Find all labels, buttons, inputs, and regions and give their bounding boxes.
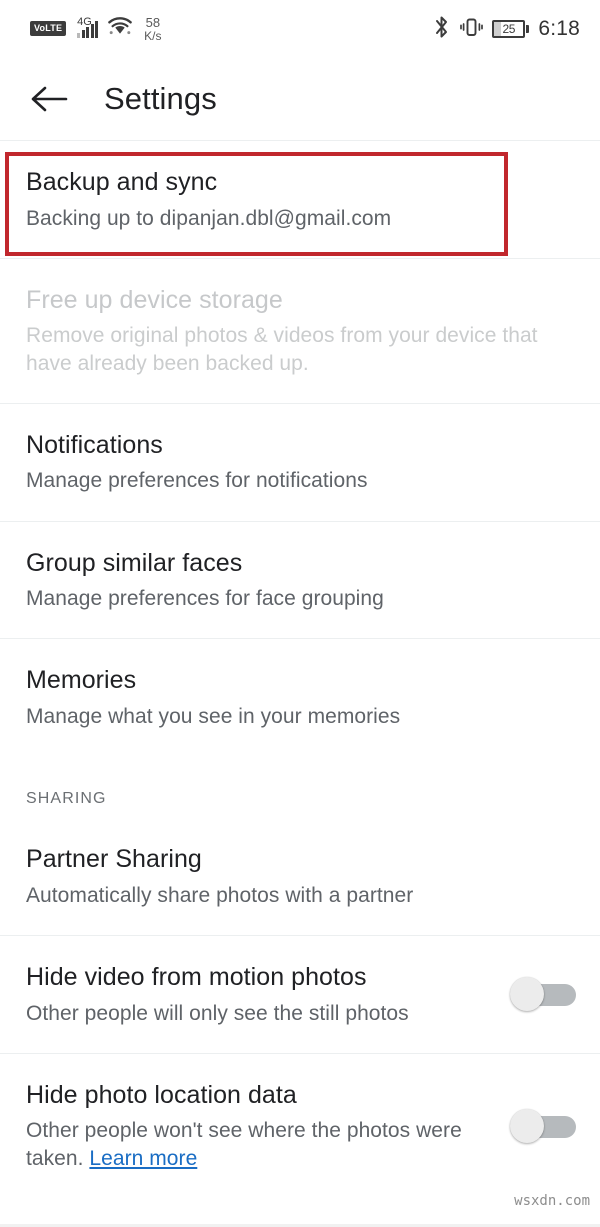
row-title: Hide video from motion photos — [26, 963, 367, 992]
row-texts: Memories Manage what you see in your mem… — [26, 665, 576, 730]
settings-row-free-up-device-storage: Free up device storage Remove original p… — [0, 259, 600, 403]
app-bar: Settings — [0, 58, 600, 140]
battery-tip — [526, 25, 530, 33]
volte-icon: VoLTE — [30, 21, 67, 37]
section-header-sharing: SHARING — [26, 790, 107, 808]
toggle-hide-video-from-motion-photos[interactable] — [510, 977, 576, 1012]
signal-bars-icon: 4G — [75, 15, 99, 38]
row-title: Hide photo location data — [26, 1080, 297, 1109]
row-texts: Hide photo location data Other people wo… — [26, 1080, 492, 1172]
row-texts: Backup and sync Backing up to dipanjan.d… — [26, 167, 576, 232]
row-title: Notifications — [26, 430, 163, 459]
row-subtitle: Backing up to dipanjan.dbl@gmail.com — [26, 206, 392, 230]
page-title: Settings — [104, 81, 217, 116]
settings-row-backup-and-sync[interactable]: Backup and sync Backing up to dipanjan.d… — [0, 141, 600, 258]
learn-more-link[interactable]: Learn more — [89, 1147, 197, 1170]
toggle-knob — [510, 1108, 544, 1143]
row-title: Memories — [26, 666, 137, 695]
row-texts: Partner Sharing Automatically share phot… — [26, 844, 576, 909]
status-bar: VoLTE 4G 58 K/s 25 6:18 — [0, 0, 600, 58]
row-subtitle: Other people won't see where the photos … — [26, 1117, 492, 1172]
row-texts: Hide video from motion photos Other peop… — [26, 962, 492, 1027]
row-subtitle: Manage what you see in your memories — [26, 704, 401, 728]
bluetooth-icon — [433, 15, 450, 44]
settings-row-group-similar-faces[interactable]: Group similar faces Manage preferences f… — [0, 522, 600, 639]
phone-screen: VoLTE 4G 58 K/s 25 6:18 Settings Backup … — [0, 0, 600, 1227]
row-subtitle: Manage preferences for face grouping — [26, 587, 384, 611]
network-speed-indicator: 58 K/s — [144, 16, 161, 42]
row-subtitle: Automatically share photos with a partne… — [26, 883, 414, 907]
network-speed-unit: K/s — [144, 28, 162, 43]
status-bar-right: 25 6:18 — [433, 15, 580, 44]
back-arrow-icon[interactable] — [26, 76, 72, 122]
battery-icon: 25 — [492, 20, 530, 38]
row-texts: Free up device storage Remove original p… — [26, 285, 576, 377]
toggle-knob — [510, 977, 544, 1012]
row-title: Group similar faces — [26, 548, 243, 577]
vibrate-icon — [459, 15, 484, 44]
row-title: Backup and sync — [26, 168, 218, 196]
battery-level-label: 25 — [492, 20, 526, 38]
row-texts: Group similar faces Manage preferences f… — [26, 548, 576, 613]
row-subtitle: Remove original photos & videos from you… — [26, 324, 538, 375]
row-title: Partner Sharing — [26, 845, 202, 874]
settings-row-hide-video-from-motion-photos[interactable]: Hide video from motion photos Other peop… — [0, 936, 600, 1053]
toggle-hide-photo-location-data[interactable] — [510, 1108, 576, 1143]
row-texts: Notifications Manage preferences for not… — [26, 430, 576, 495]
clock: 6:18 — [538, 17, 580, 40]
network-generation-label: 4G — [77, 15, 92, 28]
settings-row-notifications[interactable]: Notifications Manage preferences for not… — [0, 404, 600, 521]
wifi-icon — [107, 16, 133, 41]
row-title: Free up device storage — [26, 285, 283, 314]
watermark: wsxdn.com — [514, 1193, 590, 1209]
settings-row-partner-sharing[interactable]: Partner Sharing Automatically share phot… — [0, 818, 600, 935]
settings-list: Backup and sync Backing up to dipanjan.d… — [0, 141, 600, 1198]
network-speed-value: 58 — [145, 14, 161, 30]
status-bar-left: VoLTE 4G 58 K/s — [30, 16, 162, 42]
settings-row-memories[interactable]: Memories Manage what you see in your mem… — [0, 639, 600, 756]
row-subtitle: Other people will only see the still pho… — [26, 1001, 409, 1025]
row-subtitle: Manage preferences for notifications — [26, 469, 368, 493]
settings-row-hide-photo-location-data[interactable]: Hide photo location data Other people wo… — [0, 1054, 600, 1198]
